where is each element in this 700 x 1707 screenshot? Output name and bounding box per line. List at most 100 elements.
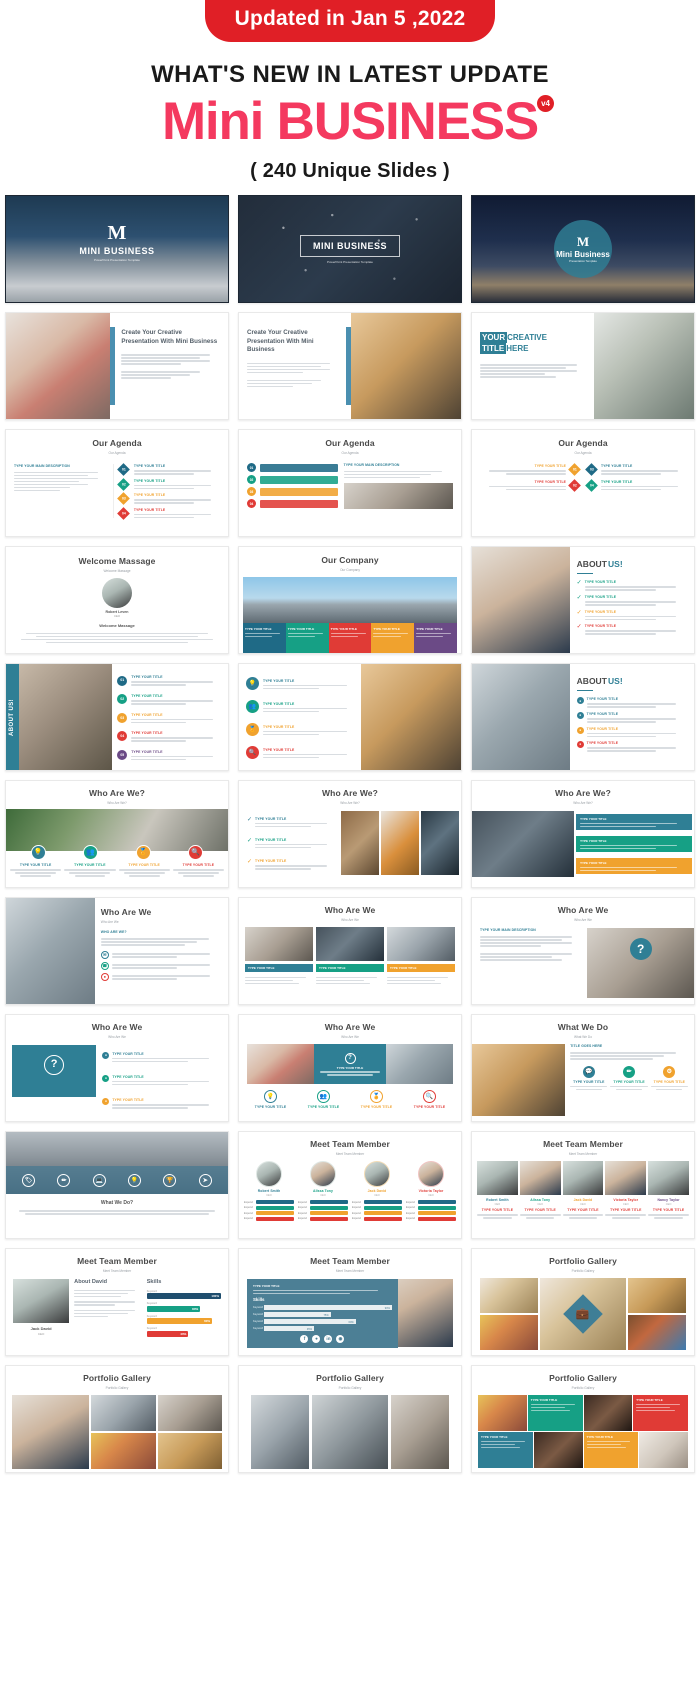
- about-us-side-label: ABOUT US!: [6, 664, 19, 771]
- twitter-icon[interactable]: ●: [312, 1335, 321, 1344]
- about-item-label: TYPE YOUR TITLE: [584, 609, 617, 614]
- panel-heading: TYPE YOUR TITLE: [253, 1284, 280, 1289]
- people-icon: 👥: [246, 700, 259, 714]
- slide-our-company[interactable]: Our Company Our Company TYPE YOUR TITLE …: [238, 546, 462, 655]
- member-role: CEO: [374, 1193, 380, 1197]
- title-part-1: YOUR: [480, 332, 508, 344]
- skill-label: Expend: [352, 1217, 361, 1220]
- slide-who-are-we-banner[interactable]: Who Are We Who Are We ? TYPE YOUR TITLE …: [238, 1014, 462, 1123]
- linkedin-icon[interactable]: in: [324, 1335, 333, 1344]
- slide-create-presentation-left[interactable]: Create Your Creative Presentation With M…: [5, 312, 229, 421]
- brand-row: Mini BUSINESS v4: [161, 92, 555, 152]
- feature-label: TYPE YOUR TITLE: [360, 1105, 393, 1110]
- slide-portfolio-gallery-left[interactable]: Portfolio Gallery Portfolio Gallery: [5, 1365, 229, 1474]
- slide-who-are-we-three-photo[interactable]: Who Are We Who Are We TYPE YOUR TITLE TY…: [238, 897, 462, 1006]
- skill-label: Keyword: [253, 1312, 264, 1316]
- feature-label: TYPE YOUR TITLE: [390, 966, 417, 971]
- slide-what-we-do-icons[interactable]: What We Do What We Do TITLE GOES HERE 💬 T…: [471, 1014, 695, 1123]
- slide-our-agenda-2[interactable]: Our Agenda Our Agenda 01 02 03 04 TYPE Y…: [238, 429, 462, 538]
- slide-meet-team-member-5[interactable]: Meet Team Member Meet Team Member Robert…: [471, 1131, 695, 1240]
- about-heading: About David: [74, 1279, 108, 1286]
- question-mark-icon: ?: [44, 1054, 65, 1075]
- feature-label: TYPE YOUR TITLE: [254, 1105, 287, 1110]
- bullet-icon: ●: [102, 1051, 110, 1059]
- agenda-item-label: TYPE YOUR TITLE: [601, 479, 633, 484]
- check-icon: ✓: [576, 624, 582, 631]
- search-icon: 🔍: [246, 746, 259, 760]
- slide-portfolio-gallery-color[interactable]: Portfolio Gallery Portfolio Gallery TYPE…: [471, 1365, 695, 1474]
- bullet-icon: ●: [102, 1074, 110, 1082]
- slide-who-are-we-left-photo[interactable]: Who Are We Who Are We WHO ARE WE? ✉ ☎ ●: [5, 897, 229, 1006]
- slide-title: MINI BUSINESS: [79, 245, 155, 256]
- agenda-item-label: TYPE YOUR TITLE: [601, 464, 633, 469]
- section-heading: WHO ARE WE?: [100, 930, 127, 935]
- slide-portfolio-gallery-mid[interactable]: Portfolio Gallery Portfolio Gallery: [238, 1365, 462, 1474]
- agenda-number: 01: [247, 463, 256, 473]
- slide-your-creative-title[interactable]: YOUR CREATIVE TITLE HERE: [471, 312, 695, 421]
- slide-who-are-we-qbox[interactable]: Who Are We Who Are We ? ● TYPE YOUR TITLE…: [5, 1014, 229, 1123]
- slide-who-are-we-icons[interactable]: Who Are We? Who Are We? 💡 👥 🏅 🔍 TYPE YOU…: [5, 780, 229, 889]
- tile-label: TYPE YOUR TITLE: [530, 1398, 558, 1403]
- slide-subtitle: Meet Team Member: [102, 1268, 132, 1273]
- slide-about-us-1[interactable]: ABOUT US! ✓ TYPE YOUR TITLE ✓ TYPE YOUR TI…: [471, 546, 695, 655]
- skills-heading: Skills: [146, 1279, 162, 1286]
- slide-our-agenda-3[interactable]: Our Agenda Our Agenda TYPE YOUR TITLE 01 …: [471, 429, 695, 538]
- slide-meet-team-skills-panel[interactable]: Meet Team Member Meet Team Member TYPE Y…: [238, 1248, 462, 1357]
- slide-about-us-3[interactable]: ABOUT US! ● TYPE YOUR TITLE ● TYPE YOUR TI…: [471, 663, 695, 772]
- agenda-number: 04: [589, 482, 594, 487]
- member-role: CEO: [494, 1202, 501, 1206]
- slide-about-us-icons[interactable]: 💡 TYPE YOUR TITLE 👥 TYPE YOUR TITLE 🏅 TYPE …: [238, 663, 462, 772]
- about-item-label: TYPE YOUR TITLE: [584, 595, 617, 599]
- about-item-label: TYPE YOUR TITLE: [584, 580, 617, 585]
- member-role: CEO: [622, 1202, 629, 1206]
- page-headline: WHAT'S NEW IN LATEST UPDATE: [151, 61, 549, 89]
- slide-title: Meet Team Member: [543, 1139, 623, 1150]
- slide-meet-team-member-4[interactable]: Meet Team Member Meet Team Member Robert…: [238, 1131, 462, 1240]
- slide-welcome-massage[interactable]: Welcome Massage Welcome Massage Robert L…: [5, 546, 229, 655]
- member-role: CEO: [428, 1193, 434, 1197]
- slide-who-are-we-question[interactable]: Who Are We Who Are We TYPE YOUR MAIN DES…: [471, 897, 695, 1006]
- about-item-label: TYPE YOUR TITLE: [584, 624, 617, 629]
- about-item-label: TYPE YOUR TITLE: [586, 712, 619, 716]
- member-item-label: TYPE YOUR TITLE: [567, 1208, 599, 1213]
- slide-cover-mountain[interactable]: M MINI BUSINESS PowerPoint Presentation …: [5, 195, 229, 304]
- agenda-number: 02: [572, 482, 577, 487]
- skill-label: Expend: [352, 1200, 361, 1204]
- member-role: CEO: [320, 1193, 326, 1197]
- avatar: [364, 1161, 390, 1188]
- skill-label: Expend: [298, 1206, 307, 1209]
- agenda-item-label: TYPE YOUR TITLE: [133, 507, 166, 512]
- slide-title: Who Are We: [100, 907, 152, 918]
- slide-title: Who Are We: [557, 905, 609, 916]
- brand-name-first: Mini: [161, 92, 277, 152]
- skill-label: Expend: [406, 1217, 415, 1220]
- slide-cover-network[interactable]: MINI BUSINESS PowerPoint Presentation Te…: [238, 195, 462, 304]
- bulb-icon: 💡: [30, 845, 46, 861]
- company-col-label: TYPE YOUR TITLE: [330, 627, 358, 632]
- slide-subtitle: Meet Team Member: [335, 1151, 365, 1156]
- feature-label: TYPE YOUR TITLE: [182, 863, 215, 868]
- gear-icon: ⚙: [663, 1065, 676, 1078]
- slide-grid: M MINI BUSINESS PowerPoint Presentation …: [0, 183, 700, 1479]
- agenda-item-label: TYPE YOUR TITLE: [133, 493, 166, 498]
- slide-what-we-do-classroom[interactable]: 🏷 ✏ 💻 💡 🏆 ➤ What We Do?: [5, 1131, 229, 1240]
- slide-title: MINI BUSINESS: [312, 240, 387, 251]
- agenda-number: 03: [247, 487, 256, 497]
- bulb-icon: 💡: [246, 677, 259, 691]
- slide-cover-night[interactable]: M Mini Business Presentation Template: [471, 195, 695, 304]
- slide-about-us-vertical[interactable]: ABOUT US! 01 TYPE YOUR TITLE 02 TYPE YOUR …: [5, 663, 229, 772]
- slide-who-are-we-bars[interactable]: Who Are We? Who Are We? TYPE YOUR TITLE …: [471, 780, 695, 889]
- update-badge-wrap: Updated in Jan 5 ,2022: [0, 0, 700, 43]
- facebook-icon[interactable]: f: [300, 1335, 309, 1344]
- instagram-icon[interactable]: ◉: [336, 1335, 345, 1344]
- slide-our-agenda-1[interactable]: Our Agenda Our Agenda TYPE YOUR MAIN DES…: [5, 429, 229, 538]
- slide-create-presentation-right[interactable]: Create Your Creative Presentation With M…: [238, 312, 462, 421]
- slide-meet-team-about-david[interactable]: Meet Team Member Meet Team Member Jack D…: [5, 1248, 229, 1357]
- slide-subtitle: Who Are We?: [573, 800, 593, 805]
- slide-subtitle: Presentation Template: [569, 259, 597, 264]
- skill-label: Keyword: [253, 1326, 264, 1330]
- title-part-1: ABOUT: [576, 676, 607, 687]
- slide-who-are-we-checks[interactable]: Who Are We? Who Are We? ✓ TYPE YOUR TITLE…: [238, 780, 462, 889]
- feature-label: TYPE YOUR TITLE: [255, 859, 287, 864]
- slide-portfolio-gallery-diamond[interactable]: Portfolio Gallery Portfolio Gallery 💼: [471, 1248, 695, 1357]
